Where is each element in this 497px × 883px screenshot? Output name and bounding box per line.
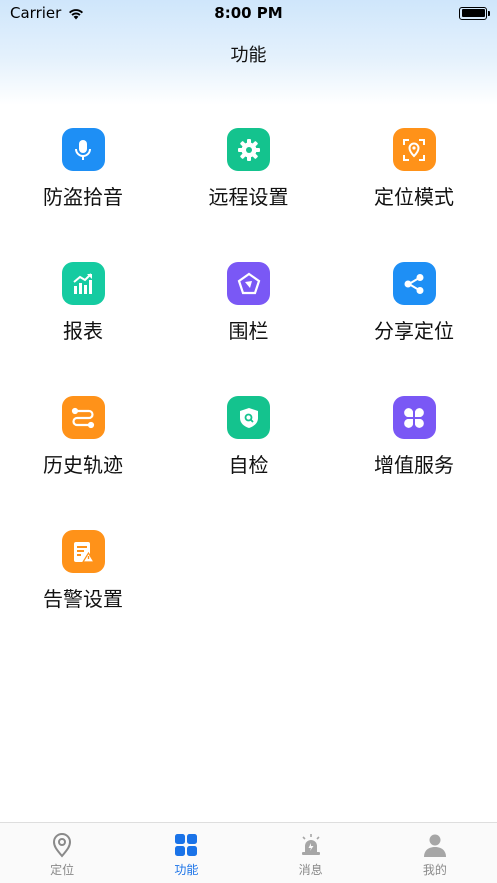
person-icon xyxy=(423,834,446,857)
battery-icon xyxy=(459,6,490,20)
grid-icon xyxy=(175,834,198,856)
tab-label: 功能 xyxy=(174,863,199,877)
share-icon xyxy=(392,262,436,305)
microphone-icon xyxy=(61,128,105,171)
fence-icon xyxy=(227,262,270,305)
feature-label: 告警设置 xyxy=(43,587,123,611)
feature-label: 防盗拾音 xyxy=(43,185,123,209)
feature-grid: 防盗拾音 远程设置 定位模式 报表 围栏 分享定位 历史轨迹 自检 增值服务 告… xyxy=(0,128,497,664)
feature-reports[interactable]: 报表 xyxy=(0,262,166,396)
tab-location[interactable]: 定位 xyxy=(0,823,124,883)
feature-label: 历史轨迹 xyxy=(43,453,123,477)
feature-label: 远程设置 xyxy=(208,185,289,209)
feature-label: 分享定位 xyxy=(374,319,454,343)
feature-label: 围栏 xyxy=(228,319,269,343)
status-time: 8:00 PM xyxy=(214,4,283,22)
tab-label: 消息 xyxy=(298,863,323,877)
feature-remote-settings[interactable]: 远程设置 xyxy=(166,128,331,262)
feature-value-added-services[interactable]: 增值服务 xyxy=(331,396,497,530)
tab-functions[interactable]: 功能 xyxy=(124,823,248,883)
feature-label: 自检 xyxy=(228,453,269,477)
feature-history-track[interactable]: 历史轨迹 xyxy=(0,396,166,530)
gear-icon xyxy=(227,128,270,171)
feature-label: 定位模式 xyxy=(374,185,454,209)
tab-profile[interactable]: 我的 xyxy=(373,823,497,883)
tab-messages[interactable]: 消息 xyxy=(249,823,373,883)
tab-bar: 定位 功能 消息 我的 xyxy=(0,822,497,883)
feature-anti-theft-audio[interactable]: 防盗拾音 xyxy=(0,128,166,262)
feature-self-check[interactable]: 自检 xyxy=(166,396,331,530)
feature-share-location[interactable]: 分享定位 xyxy=(331,262,497,396)
shield-search-icon xyxy=(227,396,270,439)
feature-label: 报表 xyxy=(63,319,103,343)
alarm-document-icon xyxy=(61,530,105,573)
tab-label: 定位 xyxy=(50,863,75,877)
status-bar: Carrier 8:00 PM xyxy=(0,0,497,26)
feature-label: 增值服务 xyxy=(374,453,454,477)
chart-icon xyxy=(61,262,105,305)
feature-alarm-settings[interactable]: 告警设置 xyxy=(0,530,166,664)
location-pin-icon xyxy=(53,833,72,858)
feature-positioning-mode[interactable]: 定位模式 xyxy=(331,128,497,262)
page-title: 功能 xyxy=(230,45,267,66)
siren-icon xyxy=(301,834,320,855)
tab-label: 我的 xyxy=(422,863,447,877)
track-icon xyxy=(61,396,105,439)
feature-geofence[interactable]: 围栏 xyxy=(166,262,331,396)
location-scan-icon xyxy=(392,128,436,171)
clover-icon xyxy=(392,396,436,439)
